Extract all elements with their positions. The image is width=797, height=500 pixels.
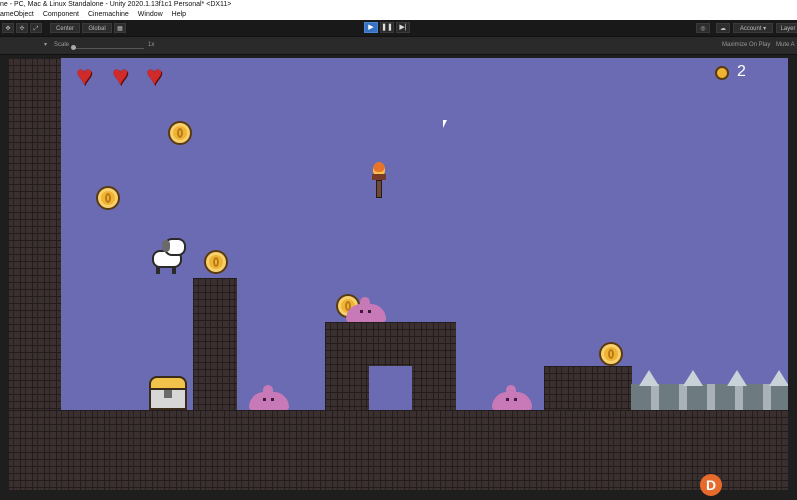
play-button[interactable]: ▶ [364, 22, 378, 33]
layers-label: Layer [780, 26, 796, 32]
spike-base [631, 384, 788, 410]
coin [204, 250, 228, 274]
pivot-global-label: Global [88, 26, 106, 32]
rotate-tool-icon[interactable]: ⤢ [30, 23, 42, 33]
menu-cinemachine[interactable]: Cinemachine [88, 11, 129, 18]
menu-component[interactable]: Component [43, 11, 79, 18]
pause-button[interactable]: ❚❚ [380, 22, 394, 33]
torch-icon [371, 162, 387, 198]
menu-gameobject[interactable]: ameObject [0, 11, 34, 18]
spike-row [631, 366, 788, 410]
heart-icon: ♥ [76, 60, 93, 91]
scale-slider-track[interactable] [72, 48, 144, 49]
coin [168, 121, 192, 145]
treasure-chest [149, 376, 187, 410]
coin [96, 186, 120, 210]
brick-pillar [193, 278, 237, 410]
mute-audio-toggle[interactable]: Mute A [776, 41, 795, 50]
game-viewport[interactable]: ♥ ♥ ♥ 2 [8, 58, 788, 490]
collab-icon[interactable]: ◎ [696, 23, 710, 33]
step-button[interactable]: ▶| [396, 22, 410, 33]
layers-dropdown[interactable]: Layer [776, 23, 797, 33]
arch-opening [369, 366, 412, 410]
brick-ground [8, 410, 788, 490]
maximize-on-play-toggle[interactable]: Maximize On Play [722, 41, 770, 50]
coin-counter-icon [715, 66, 729, 80]
menu-bar: ameObject Component Cinemachine Window H… [0, 10, 797, 20]
grid-snap-icon[interactable]: ▦ [114, 23, 126, 33]
menu-window[interactable]: Window [138, 11, 163, 18]
pivot-center-label: Center [55, 26, 74, 32]
slime-enemy [492, 385, 532, 410]
account-label: Account [739, 26, 762, 32]
brick-step-block [544, 366, 632, 410]
display-dropdown-icon[interactable]: ▾ [44, 41, 47, 50]
window-title-bar: ne - PC, Mac & Linux Standalone - Unity … [0, 0, 797, 10]
move-tool-icon[interactable]: ✣ [16, 23, 28, 33]
slime-enemy [249, 385, 289, 410]
spike [683, 370, 703, 386]
cloud-icon[interactable]: ☁ [716, 23, 730, 33]
window-title: ne - PC, Mac & Linux Standalone - Unity … [0, 1, 232, 8]
mouse-cursor-icon [443, 120, 447, 128]
scale-value: 1x [148, 42, 155, 48]
hand-tool-icon[interactable]: ✥ [2, 23, 14, 33]
player-dog-character [146, 236, 190, 276]
main-toolbar: ✥ ✣ ⤢ Center Global ▦ ▶ ❚❚ ▶| ◎ ☁ Accoun… [0, 20, 797, 37]
logo-icon: D [700, 474, 722, 496]
slime-enemy [346, 297, 386, 322]
heart-icon: ♥ [146, 60, 163, 91]
game-view-toolbar: ▾ Scale 1x Maximize On Play Mute A [0, 37, 797, 55]
coin-count: 2 [737, 63, 746, 80]
heart-icon: ♥ [112, 60, 129, 91]
spike [727, 370, 747, 386]
pivot-global-button[interactable]: Global [82, 23, 112, 33]
watermark-logo: D [700, 474, 790, 498]
account-dropdown[interactable]: Account ▾ [733, 23, 773, 33]
coin [599, 342, 623, 366]
menu-help[interactable]: Help [172, 11, 186, 18]
spike [769, 370, 788, 386]
spike [639, 370, 659, 386]
pivot-center-button[interactable]: Center [50, 23, 80, 33]
scale-label: Scale [54, 42, 70, 48]
scale-slider-handle[interactable] [71, 45, 76, 50]
